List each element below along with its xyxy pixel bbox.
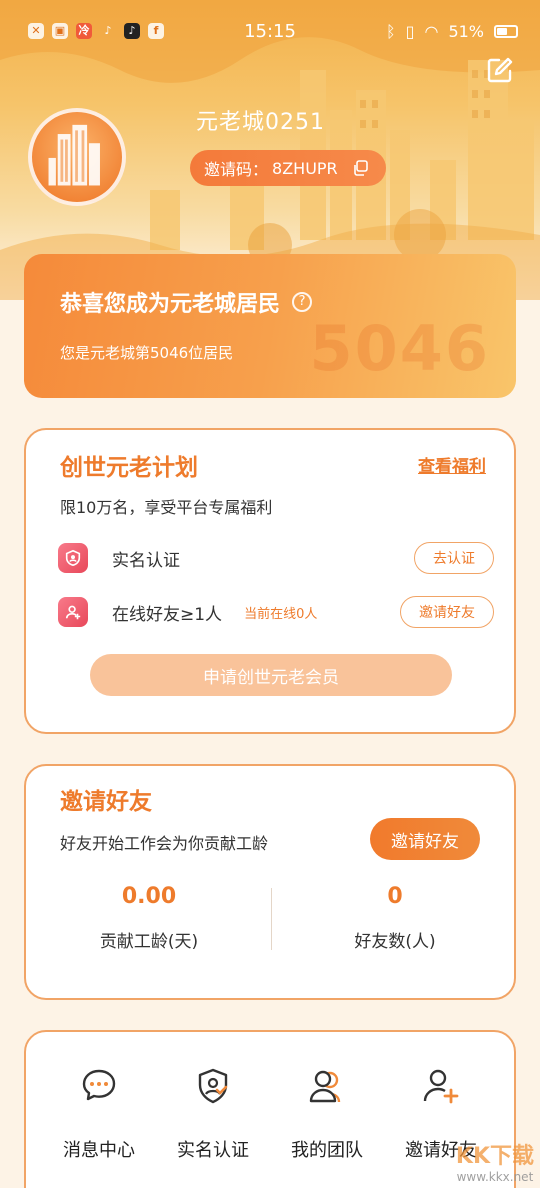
tool-label: 实名认证 xyxy=(177,1140,249,1161)
message-icon xyxy=(82,1069,116,1101)
tool-message-center[interactable]: 消息中心 xyxy=(38,1066,160,1162)
copy-icon[interactable] xyxy=(352,160,368,176)
view-benefits-link[interactable]: 查看福利 xyxy=(418,452,486,477)
watermark-text: KK下载 xyxy=(455,1144,534,1169)
red-app-icon: 冷 xyxy=(76,23,92,39)
bluetooth-icon: ᛒ xyxy=(386,21,396,41)
shield-user-icon xyxy=(58,543,88,573)
invite-code-badge[interactable]: 邀请码： 8ZHUPR xyxy=(190,150,386,186)
invite-friends-small-button[interactable]: 邀请好友 xyxy=(400,596,494,628)
online-count-note: 当前在线0人 xyxy=(244,606,318,622)
notification-icons: ✕ ▣ 冷 ♪ ♪ f xyxy=(28,23,164,39)
invite-description: 好友开始工作会为你贡献工龄 xyxy=(60,834,269,853)
tiktok-icon: ♪ xyxy=(104,24,112,37)
invite-code-label: 邀请码： xyxy=(204,160,269,179)
help-icon[interactable]: ? xyxy=(292,292,313,312)
tool-real-name[interactable]: 实名认证 xyxy=(152,1066,274,1162)
stat-value: 0.00 xyxy=(121,884,177,909)
plan-title: 创世元老计划 xyxy=(60,455,198,481)
plan-description: 限10万名，享受平台专属福利 xyxy=(60,498,273,517)
gallery-app-icon: ▣ xyxy=(52,23,68,39)
stat-friend-count: 0 好友数(人) xyxy=(272,884,518,952)
tools-card: 消息中心 实名认证 我的团队 邀请好友 xyxy=(24,1030,516,1188)
facebook-icon: f xyxy=(148,23,164,39)
resident-subtitle: 您是元老城第5046位居民 xyxy=(60,344,234,362)
wifi-icon: ◠ xyxy=(424,21,439,41)
building-avatar-icon xyxy=(48,124,100,186)
invite-code-value: 8ZHUPR xyxy=(272,158,338,178)
tool-label: 我的团队 xyxy=(291,1140,363,1161)
resident-banner: 5046 恭喜您成为元老城居民 ? 您是元老城第5046位居民 xyxy=(24,254,516,398)
stat-label: 贡献工龄(天) xyxy=(99,932,199,952)
vibrate-icon: ▯ xyxy=(405,21,415,41)
notification-app-icon: ✕ xyxy=(28,23,44,39)
edit-profile-icon[interactable] xyxy=(486,56,514,84)
battery-percent: 51% xyxy=(448,21,484,41)
founding-plan-card: 创世元老计划 查看福利 限10万名，享受平台专属福利 实名认证 去认证 在线好友… xyxy=(24,428,516,734)
stat-contribution: 0.00 贡献工龄(天) xyxy=(26,884,272,952)
stat-value: 0 xyxy=(387,884,403,909)
watermark-url: www.kkx.net xyxy=(456,1170,534,1184)
task-label: 在线好友≥1人 xyxy=(112,604,223,625)
verify-shield-icon xyxy=(198,1068,228,1104)
apply-membership-button[interactable]: 申请创世元老会员 xyxy=(90,654,452,696)
add-user-icon xyxy=(58,597,88,627)
task-real-name: 实名认证 去认证 xyxy=(58,540,494,576)
status-bar: ✕ ▣ 冷 ♪ ♪ f 15:15 ᛒ ▯ ◠ 51% xyxy=(0,0,540,62)
tool-label: 消息中心 xyxy=(63,1140,135,1161)
site-watermark: KK下载 www.kkx.net xyxy=(456,1144,534,1184)
resident-number-watermark: 5046 xyxy=(309,312,490,385)
tool-my-team[interactable]: 我的团队 xyxy=(266,1066,388,1162)
invite-friends-card: 邀请好友 好友开始工作会为你贡献工龄 邀请好友 0.00 贡献工龄(天) 0 好… xyxy=(24,764,516,1000)
username: 元老城0251 xyxy=(196,110,325,135)
invite-friends-button[interactable]: 邀请好友 xyxy=(370,818,480,860)
invite-title: 邀请好友 xyxy=(60,789,152,815)
task-online-friends: 在线好友≥1人 当前在线0人 邀请好友 xyxy=(58,594,494,630)
add-friend-icon xyxy=(423,1069,459,1104)
task-label: 实名认证 xyxy=(112,550,180,571)
go-verify-button[interactable]: 去认证 xyxy=(414,542,494,574)
team-icon xyxy=(309,1070,341,1103)
stat-label: 好友数(人) xyxy=(354,932,436,952)
tiktok-lite-icon: ♪ xyxy=(124,23,140,39)
resident-title: 恭喜您成为元老城居民 xyxy=(60,292,281,317)
avatar[interactable] xyxy=(28,108,126,206)
battery-icon xyxy=(494,24,518,38)
